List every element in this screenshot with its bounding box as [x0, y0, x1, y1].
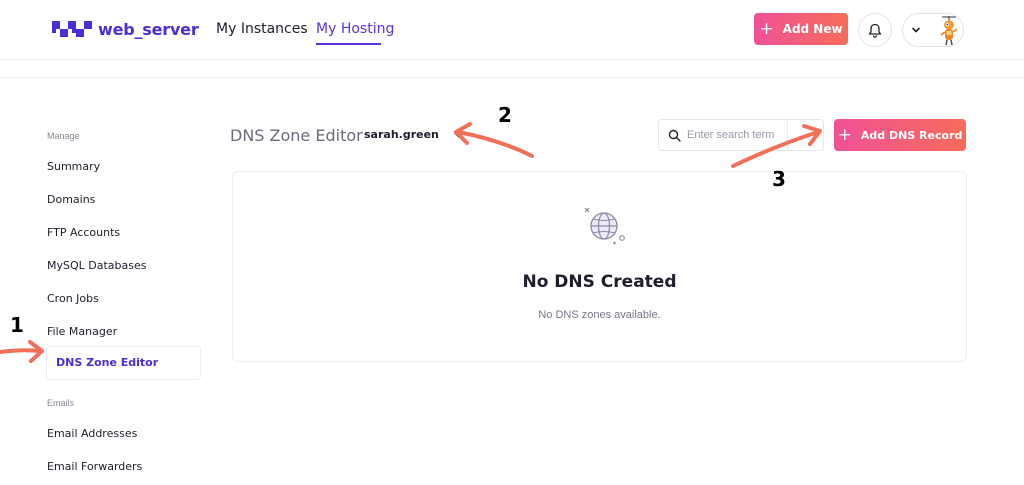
plus-icon: + — [837, 124, 852, 145]
page-title: DNS Zone Editor — [230, 126, 363, 145]
globe-icon — [584, 207, 625, 245]
search-box — [658, 119, 824, 151]
annotation-marker-3: 3 — [772, 167, 786, 191]
empty-state-subtitle: No DNS zones available. — [538, 309, 661, 321]
arrow-1-head — [28, 340, 44, 363]
nav-tab-my-instances[interactable]: My Instances — [216, 21, 308, 37]
search-divider — [787, 120, 788, 150]
sidebar-item-email-addresses[interactable]: Email Addresses — [47, 427, 137, 440]
arrow-1 — [0, 348, 42, 354]
chevron-down-icon — [912, 27, 920, 33]
sidebar-section-emails: Emails — [47, 398, 75, 408]
sidebar-item-email-forwarders[interactable]: Email Forwarders — [47, 460, 142, 473]
sidebar-section-manage: Manage — [47, 131, 80, 141]
account-select-value: sarah.green — [364, 128, 439, 141]
add-dns-record-label: Add DNS Record — [860, 128, 963, 142]
sidebar-item-dns-zone-editor[interactable]: DNS Zone Editor — [46, 346, 201, 380]
bell-icon — [868, 23, 882, 38]
sidebar-item-cron-jobs[interactable]: Cron Jobs — [47, 292, 99, 305]
dns-records-panel: No DNS Created No DNS zones available. — [232, 171, 967, 362]
add-dns-record-button[interactable]: + Add DNS Record — [834, 119, 966, 151]
search-icon — [668, 129, 681, 142]
search-input[interactable] — [687, 126, 787, 144]
notifications-button[interactable] — [858, 13, 892, 47]
sidebar-item-ftp-accounts[interactable]: FTP Accounts — [47, 226, 120, 239]
top-bar: web_server My Instances My Hosting + Add… — [0, 0, 1024, 60]
plus-icon: + — [759, 18, 774, 39]
sidebar-item-file-manager[interactable]: File Manager — [47, 325, 117, 338]
header-divider — [0, 77, 1024, 78]
annotation-marker-1: 1 — [10, 313, 24, 337]
nav-tab-my-hosting[interactable]: My Hosting — [316, 21, 394, 37]
logo-text: web_server — [98, 20, 199, 39]
add-new-label: Add New — [782, 22, 843, 36]
chevron-down-icon — [454, 131, 464, 138]
sidebar-item-summary[interactable]: Summary — [47, 160, 100, 173]
avatar — [940, 16, 958, 46]
empty-state-title: No DNS Created — [522, 272, 677, 292]
arrow-2 — [456, 130, 534, 158]
logo-icon — [52, 20, 92, 37]
add-new-button[interactable]: + Add New — [754, 13, 848, 45]
active-tab-underline — [316, 43, 381, 45]
sidebar-item-domains[interactable]: Domains — [47, 193, 95, 206]
annotation-marker-2: 2 — [498, 103, 512, 127]
account-select[interactable]: sarah.green — [364, 128, 465, 141]
sidebar-item-mysql-databases[interactable]: MySQL Databases — [47, 259, 146, 272]
user-menu[interactable] — [902, 13, 964, 47]
logo[interactable]: web_server — [52, 20, 199, 39]
